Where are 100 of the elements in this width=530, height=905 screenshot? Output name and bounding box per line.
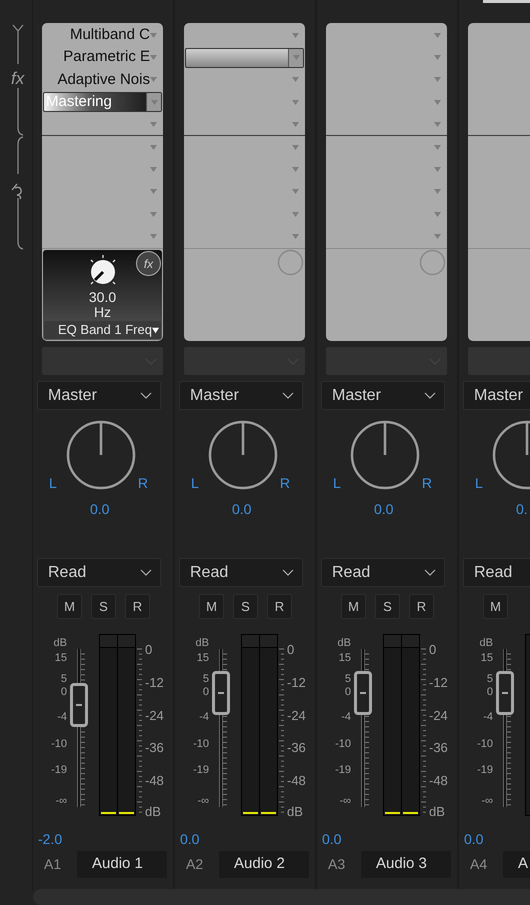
track-name-field[interactable]: Audio 1 [77, 851, 167, 878]
effect-slot[interactable] [185, 48, 304, 68]
chevron-icon [140, 392, 152, 399]
track-toggle-button[interactable]: R [125, 594, 150, 619]
volume-value[interactable]: 0.0 [322, 831, 342, 847]
dropdown-arrow-icon[interactable] [434, 212, 441, 217]
fader-scale-label: 0 [60, 687, 67, 698]
automation-dropdown[interactable]: Read [463, 558, 530, 587]
dropdown-arrow-icon[interactable] [434, 55, 441, 60]
dropdown-arrow-icon[interactable] [434, 122, 441, 128]
dropdown-arrow-icon[interactable] [292, 32, 299, 38]
dropdown-arrow-icon[interactable] [292, 234, 299, 240]
dropdown-arrow-icon[interactable] [434, 100, 441, 105]
dropdown-arrow-icon[interactable] [292, 77, 299, 82]
dropdown-arrow-icon[interactable] [292, 144, 299, 150]
fader-scale-label: -10 [193, 739, 209, 750]
dropdown-arrow-icon[interactable] [292, 55, 300, 60]
fader-scale-label: 15 [480, 653, 493, 664]
fader-scale-label: -4 [57, 712, 67, 723]
pan-value[interactable]: 0.0 [90, 501, 110, 517]
dropdown-arrow-icon[interactable] [292, 122, 299, 128]
fader-scale-unit: dB [480, 638, 493, 649]
fader-scale-label: 0 [344, 687, 351, 698]
dropdown-arrow-icon[interactable] [292, 189, 299, 194]
parameter-unit: Hz [94, 305, 112, 320]
dropdown-arrow-icon[interactable] [150, 144, 157, 150]
track-name-field[interactable]: A [503, 851, 530, 878]
meter-scale-label: -24 [429, 709, 448, 722]
track-toggle-button[interactable]: S [233, 594, 258, 619]
dropdown-arrow-icon[interactable] [150, 77, 157, 82]
fader-thumb[interactable] [212, 670, 230, 715]
chevron-icon [282, 569, 294, 576]
track-name-field[interactable]: Audio 3 [361, 851, 451, 878]
output-dropdown[interactable]: Master [321, 381, 445, 410]
dropdown-arrow-icon[interactable] [434, 189, 441, 194]
pan-knob[interactable] [66, 420, 136, 490]
fader-scale-label: -4 [341, 712, 351, 723]
meter-peak-indicator[interactable] [118, 635, 135, 648]
dropdown-arrow-icon[interactable] [434, 77, 441, 82]
volume-value[interactable]: -2.0 [38, 831, 62, 847]
volume-value[interactable]: 0.0 [180, 831, 200, 847]
dropdown-arrow-icon[interactable] [434, 32, 441, 38]
pan-value[interactable]: 0.0 [374, 501, 394, 517]
pan-left-label: L [49, 474, 57, 492]
dropdown-arrow-icon[interactable] [292, 212, 299, 217]
fader-thumb[interactable] [354, 670, 372, 715]
track-toggle-button[interactable]: S [91, 594, 116, 619]
fx-bypass-button[interactable]: fx [136, 251, 161, 276]
meter-peak-indicator[interactable] [402, 635, 419, 648]
send-dropdown[interactable] [326, 347, 447, 375]
fx-bypass-button[interactable] [277, 249, 304, 276]
meter-peak-indicator[interactable] [100, 635, 117, 648]
output-dropdown[interactable]: Master [37, 381, 161, 410]
meter-peak-indicator[interactable] [242, 635, 259, 648]
dropdown-arrow-icon[interactable] [150, 234, 157, 240]
fader-thumb[interactable] [496, 670, 514, 715]
chevron-icon [424, 569, 436, 576]
fader-thumb[interactable] [70, 683, 88, 728]
pan-knob[interactable] [208, 420, 278, 490]
track-toggle-button[interactable]: R [409, 594, 434, 619]
output-dropdown[interactable]: Master [463, 381, 530, 410]
track-name-field[interactable]: Audio 2 [219, 851, 309, 878]
send-dropdown[interactable] [42, 347, 163, 375]
dropdown-arrow-icon[interactable] [150, 122, 157, 128]
dropdown-arrow-icon[interactable] [292, 167, 299, 172]
dropdown-arrow-icon[interactable] [292, 100, 299, 105]
automation-dropdown[interactable]: Read [179, 558, 303, 587]
track-toggle-button[interactable]: M [341, 594, 366, 619]
pan-value[interactable]: 0.0 [232, 501, 252, 517]
dropdown-arrow-icon[interactable] [150, 189, 157, 194]
dropdown-arrow-icon[interactable] [150, 55, 157, 60]
effect-name[interactable]: Adaptive Nois [57, 68, 150, 92]
send-dropdown[interactable] [184, 347, 305, 375]
track-toggle-button[interactable]: S [375, 594, 400, 619]
track-toggle-button[interactable]: M [199, 594, 224, 619]
pan-knob[interactable] [350, 420, 420, 490]
track-toggle-button[interactable]: M [483, 594, 508, 619]
automation-dropdown[interactable]: Read [321, 558, 445, 587]
output-dropdown[interactable]: Master [179, 381, 303, 410]
track-toggle-button[interactable]: M [57, 594, 82, 619]
meter-peak-indicator[interactable] [260, 635, 277, 648]
volume-value[interactable]: 0.0 [464, 831, 484, 847]
track-toggle-button[interactable]: R [267, 594, 292, 619]
dropdown-arrow-icon[interactable] [434, 167, 441, 172]
fx-label: fx [11, 70, 24, 87]
fader-scale-label: -10 [477, 739, 493, 750]
dropdown-arrow-icon[interactable] [150, 32, 157, 38]
parameter-dropdown[interactable]: EQ Band 1 Freq [44, 321, 161, 339]
fader-scale-label: -∞ [481, 796, 493, 807]
dropdown-arrow-icon[interactable] [434, 234, 441, 240]
dropdown-arrow-icon[interactable] [434, 144, 441, 150]
dropdown-arrow-icon[interactable] [150, 167, 157, 172]
effect-name[interactable]: Parametric E [63, 46, 150, 69]
dropdown-arrow-icon[interactable] [150, 212, 157, 217]
effect-name[interactable]: Multiband C [70, 24, 150, 46]
track-id: A4 [469, 855, 488, 874]
automation-dropdown[interactable]: Read [37, 558, 161, 587]
pan-value[interactable]: 0. [516, 501, 528, 517]
fx-bypass-button[interactable] [419, 249, 446, 276]
meter-peak-indicator[interactable] [384, 635, 401, 648]
